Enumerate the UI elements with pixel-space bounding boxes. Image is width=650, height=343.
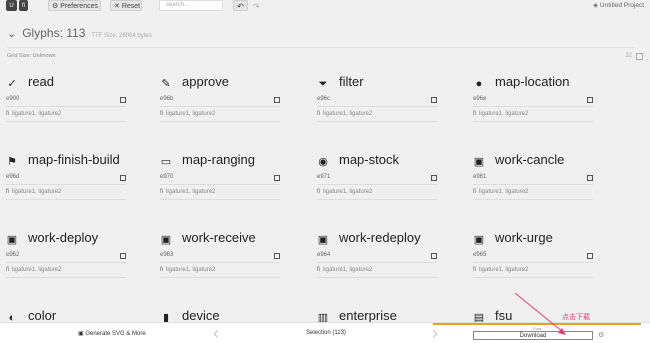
annotation-arrow (514, 292, 566, 335)
annotation-label: 点击下载 (562, 314, 590, 321)
